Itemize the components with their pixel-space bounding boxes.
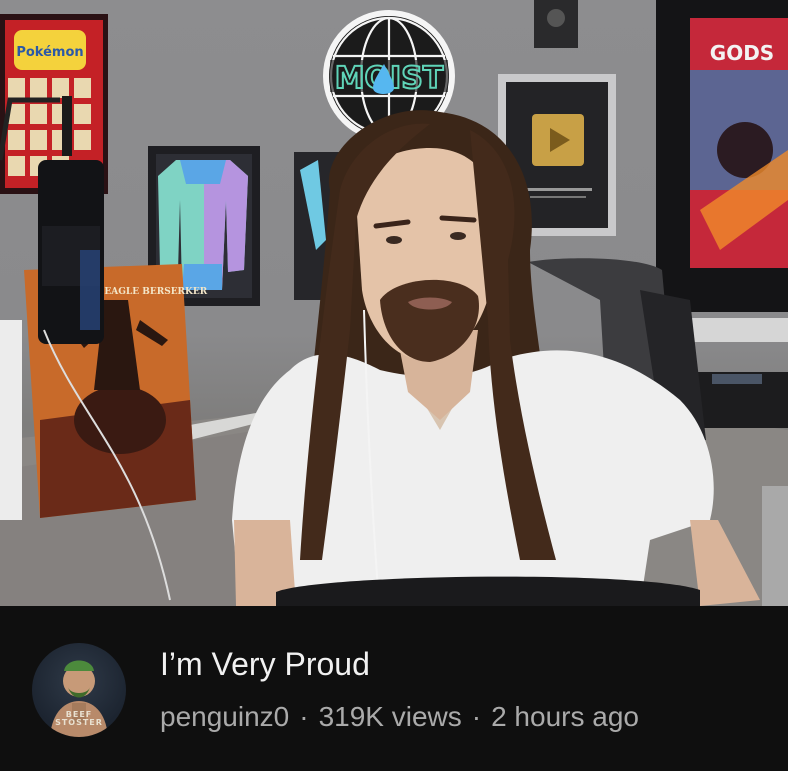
channel-name[interactable]: penguinz0: [160, 701, 289, 732]
video-thumbnail[interactable]: Pokémon GODS BEAGLE BERSERKER: [0, 0, 788, 606]
poster-title-text: BEAGLE BERSERKER: [97, 287, 208, 297]
upload-age: 2 hours ago: [491, 701, 639, 732]
video-title[interactable]: I’m Very Proud: [160, 644, 370, 684]
meta-separator: ·: [299, 701, 309, 732]
video-card[interactable]: Pokémon GODS BEAGLE BERSERKER BEEF STOST…: [0, 0, 788, 771]
video-metadata: penguinz0 · 319K views · 2 hours ago: [160, 699, 639, 735]
pokemon-logo-text: Pokémon: [16, 45, 83, 60]
avatar-caption-line2: STOSTER: [55, 718, 103, 727]
channel-avatar[interactable]: BEEF STOSTER: [32, 643, 126, 737]
person-shirt: [232, 350, 714, 606]
meta-separator: ·: [471, 701, 482, 732]
view-count: 319K views: [318, 701, 462, 732]
gods-poster-text: GODS: [710, 41, 774, 65]
thumbnail-scene: Pokémon GODS BEAGLE BERSERKER: [0, 0, 788, 606]
avatar-caption: BEEF STOSTER: [32, 711, 126, 727]
gods-poster: GODS: [656, 0, 788, 342]
video-info-bar: BEEF STOSTER I’m Very Proud penguinz0 · 31…: [0, 606, 788, 771]
